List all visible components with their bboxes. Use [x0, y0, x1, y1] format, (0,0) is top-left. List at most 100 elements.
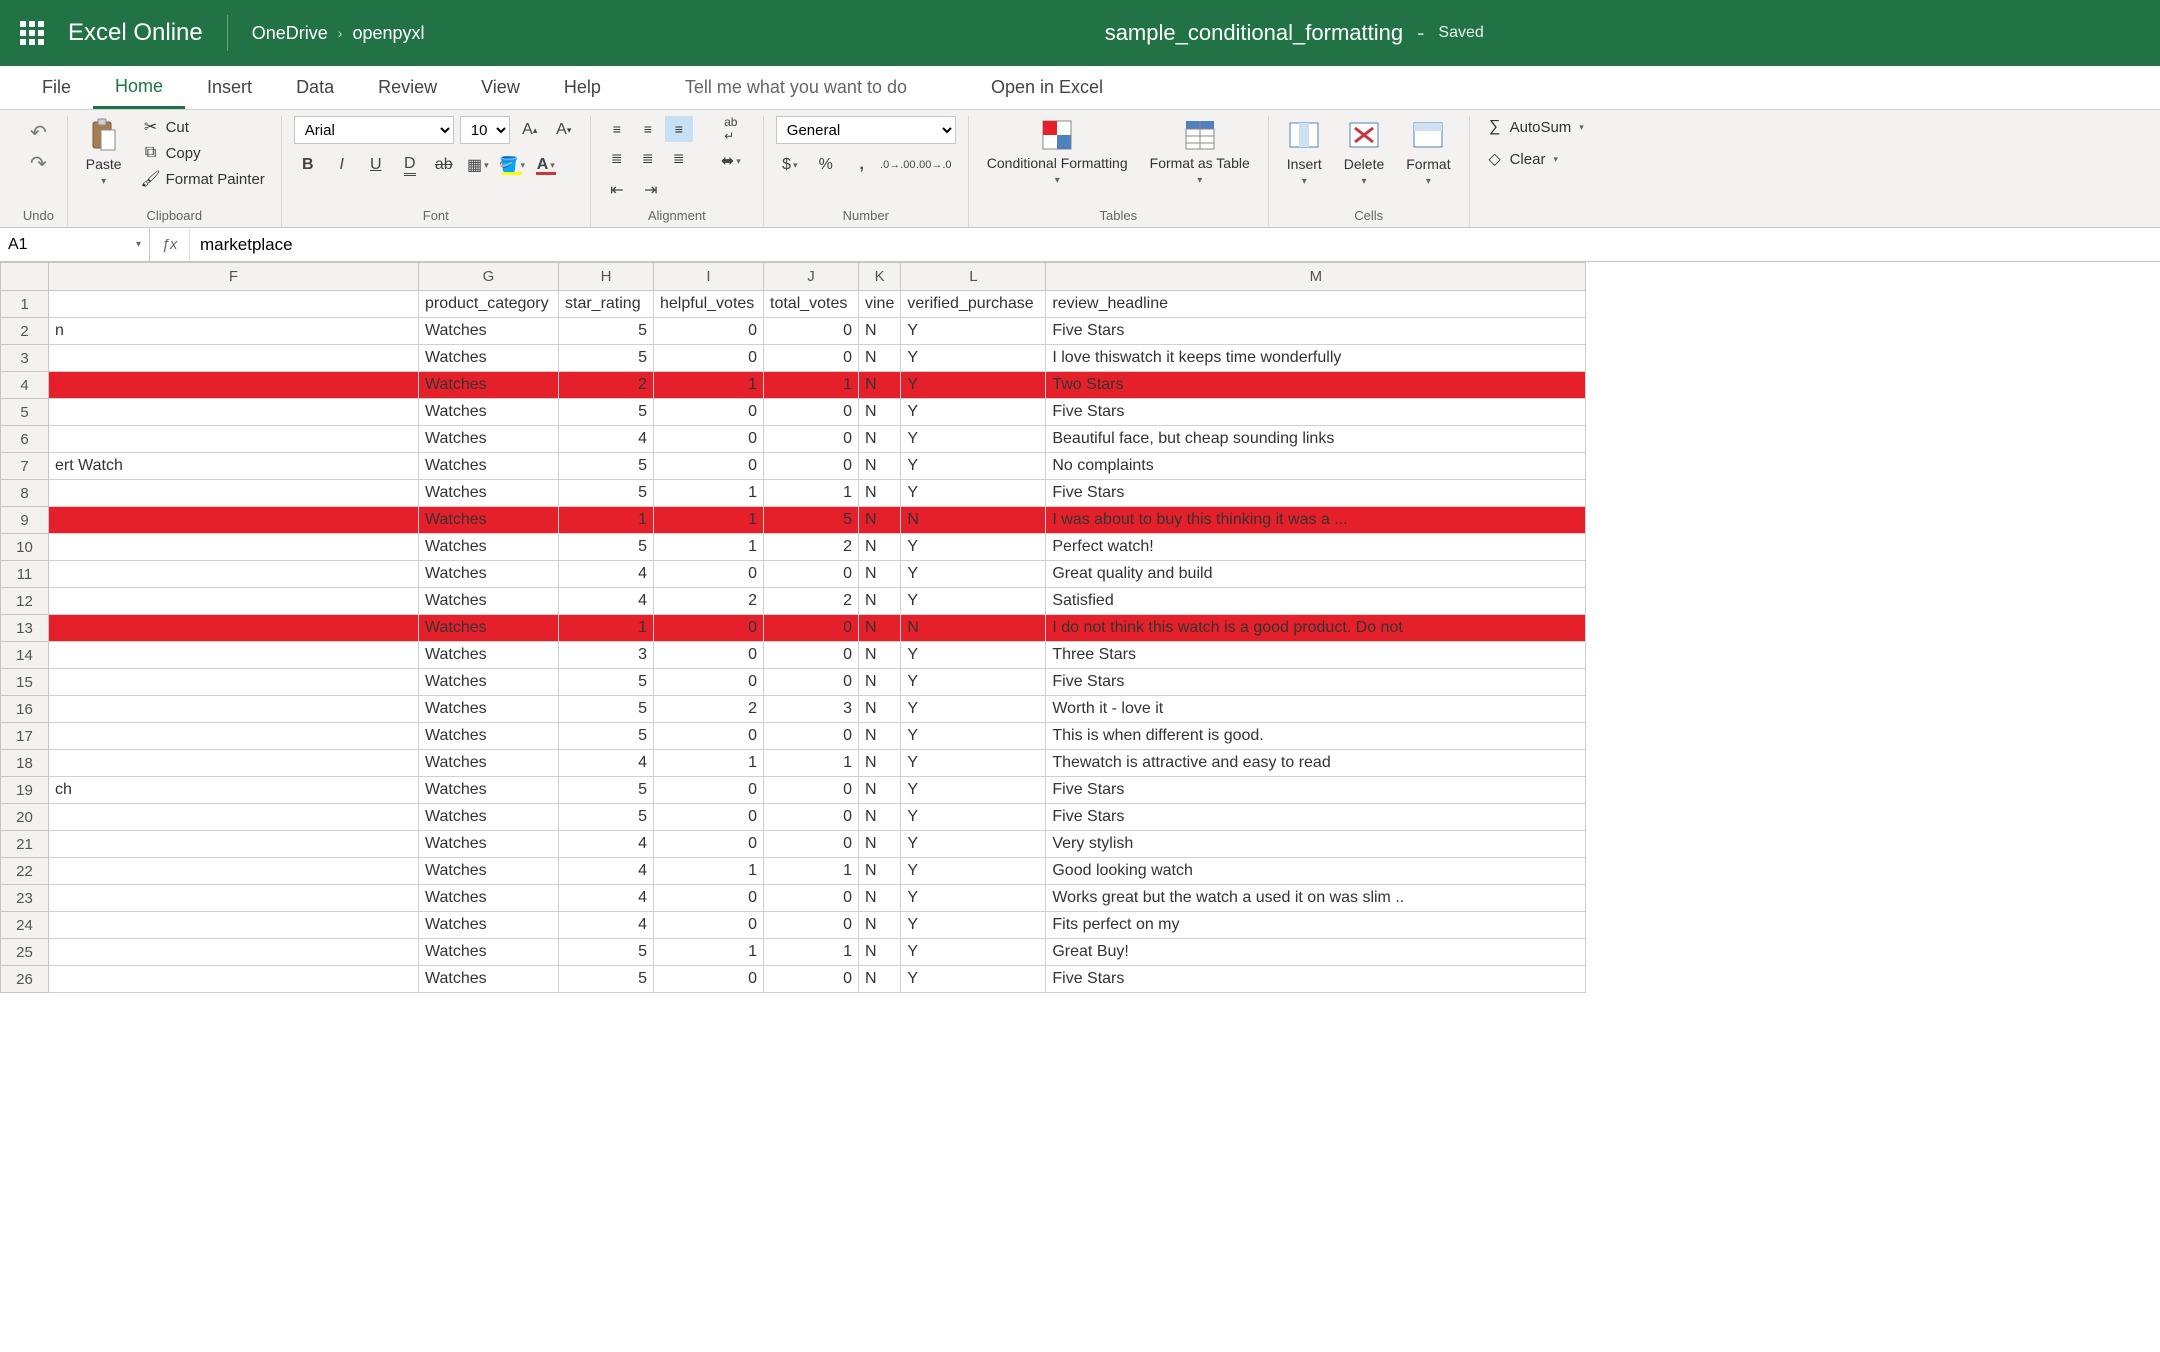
cell[interactable]: 5: [559, 804, 654, 831]
row-header[interactable]: 22: [1, 858, 49, 885]
italic-button[interactable]: I: [328, 152, 356, 178]
cell[interactable]: N: [859, 831, 901, 858]
cell[interactable]: 5: [559, 399, 654, 426]
cell[interactable]: 0: [764, 642, 859, 669]
row-header[interactable]: 26: [1, 966, 49, 993]
row-header[interactable]: 4: [1, 372, 49, 399]
name-box[interactable]: ▾: [0, 228, 150, 261]
tell-me-search[interactable]: Tell me what you want to do: [663, 66, 929, 109]
cell[interactable]: Watches: [419, 372, 559, 399]
font-color-button[interactable]: A▾: [532, 152, 560, 178]
cell[interactable]: Fits perfect on my: [1046, 912, 1586, 939]
cell[interactable]: [49, 642, 419, 669]
cell[interactable]: [49, 750, 419, 777]
cell[interactable]: N: [859, 750, 901, 777]
cell[interactable]: [49, 615, 419, 642]
cell[interactable]: Watches: [419, 345, 559, 372]
cell[interactable]: Works great but the watch a used it on w…: [1046, 885, 1586, 912]
cell[interactable]: Watches: [419, 588, 559, 615]
cell[interactable]: Watches: [419, 453, 559, 480]
number-format-select[interactable]: General: [776, 116, 956, 144]
cell[interactable]: 2: [764, 534, 859, 561]
increase-indent-button[interactable]: ⇥: [637, 177, 665, 203]
cell[interactable]: n: [49, 318, 419, 345]
row-header[interactable]: 3: [1, 345, 49, 372]
format-painter-button[interactable]: 🖌Format Painter: [138, 168, 269, 190]
format-cells-button[interactable]: Format▾: [1400, 116, 1456, 189]
row-header[interactable]: 7: [1, 453, 49, 480]
cell[interactable]: 1: [764, 372, 859, 399]
cell[interactable]: Very stylish: [1046, 831, 1586, 858]
cell[interactable]: 0: [764, 561, 859, 588]
cell[interactable]: Y: [901, 534, 1046, 561]
cell[interactable]: N: [901, 507, 1046, 534]
cell[interactable]: Y: [901, 939, 1046, 966]
cell[interactable]: [49, 858, 419, 885]
cell[interactable]: 0: [654, 642, 764, 669]
cell[interactable]: 0: [764, 318, 859, 345]
cell[interactable]: [49, 804, 419, 831]
cell[interactable]: 0: [764, 804, 859, 831]
cell[interactable]: 0: [654, 426, 764, 453]
paste-button[interactable]: Paste ▾: [80, 116, 128, 189]
row-header[interactable]: 13: [1, 615, 49, 642]
cell[interactable]: Watches: [419, 777, 559, 804]
cell[interactable]: Y: [901, 372, 1046, 399]
column-header-I[interactable]: I: [654, 263, 764, 291]
cell[interactable]: N: [859, 507, 901, 534]
row-header[interactable]: 20: [1, 804, 49, 831]
cell[interactable]: 0: [764, 453, 859, 480]
cell[interactable]: 5: [764, 507, 859, 534]
column-header-J[interactable]: J: [764, 263, 859, 291]
cell[interactable]: 1: [654, 372, 764, 399]
cell[interactable]: Y: [901, 345, 1046, 372]
breadcrumb[interactable]: OneDrive › openpyxl: [252, 23, 425, 44]
cell[interactable]: N: [859, 858, 901, 885]
column-header-F[interactable]: F: [49, 263, 419, 291]
cell[interactable]: Y: [901, 858, 1046, 885]
cell[interactable]: Y: [901, 453, 1046, 480]
cell[interactable]: 0: [764, 615, 859, 642]
cell[interactable]: 0: [654, 804, 764, 831]
cell[interactable]: N: [859, 399, 901, 426]
cell[interactable]: 5: [559, 453, 654, 480]
breadcrumb-root[interactable]: OneDrive: [252, 23, 328, 44]
column-header-M[interactable]: M: [1046, 263, 1586, 291]
app-launcher-icon[interactable]: [20, 21, 44, 45]
cell[interactable]: Watches: [419, 534, 559, 561]
cell[interactable]: 4: [559, 858, 654, 885]
cell[interactable]: Y: [901, 480, 1046, 507]
cell[interactable]: 1: [654, 858, 764, 885]
cell[interactable]: product_category: [419, 291, 559, 318]
cell[interactable]: N: [859, 588, 901, 615]
cell[interactable]: N: [859, 480, 901, 507]
double-underline-button[interactable]: D: [396, 152, 424, 178]
column-header-G[interactable]: G: [419, 263, 559, 291]
cell[interactable]: N: [859, 696, 901, 723]
cell[interactable]: [49, 723, 419, 750]
cell[interactable]: Y: [901, 966, 1046, 993]
delete-cells-button[interactable]: Delete▾: [1338, 116, 1390, 189]
cell[interactable]: 4: [559, 831, 654, 858]
cell[interactable]: 0: [654, 912, 764, 939]
cell[interactable]: ert Watch: [49, 453, 419, 480]
cell[interactable]: 0: [764, 345, 859, 372]
cell[interactable]: Y: [901, 750, 1046, 777]
cell[interactable]: 0: [654, 453, 764, 480]
cell[interactable]: Five Stars: [1046, 777, 1586, 804]
row-header[interactable]: 8: [1, 480, 49, 507]
cell[interactable]: Good looking watch: [1046, 858, 1586, 885]
cell[interactable]: N: [859, 561, 901, 588]
row-header[interactable]: 1: [1, 291, 49, 318]
cell[interactable]: 5: [559, 318, 654, 345]
row-header[interactable]: 25: [1, 939, 49, 966]
copy-button[interactable]: ⧉Copy: [138, 142, 269, 164]
cell[interactable]: [49, 912, 419, 939]
cell[interactable]: Watches: [419, 480, 559, 507]
cell[interactable]: 0: [764, 885, 859, 912]
comma-button[interactable]: ,: [848, 152, 876, 178]
row-header[interactable]: 14: [1, 642, 49, 669]
tab-insert[interactable]: Insert: [185, 66, 274, 109]
align-top-right[interactable]: ≡: [665, 116, 693, 142]
cell[interactable]: I do not think this watch is a good prod…: [1046, 615, 1586, 642]
